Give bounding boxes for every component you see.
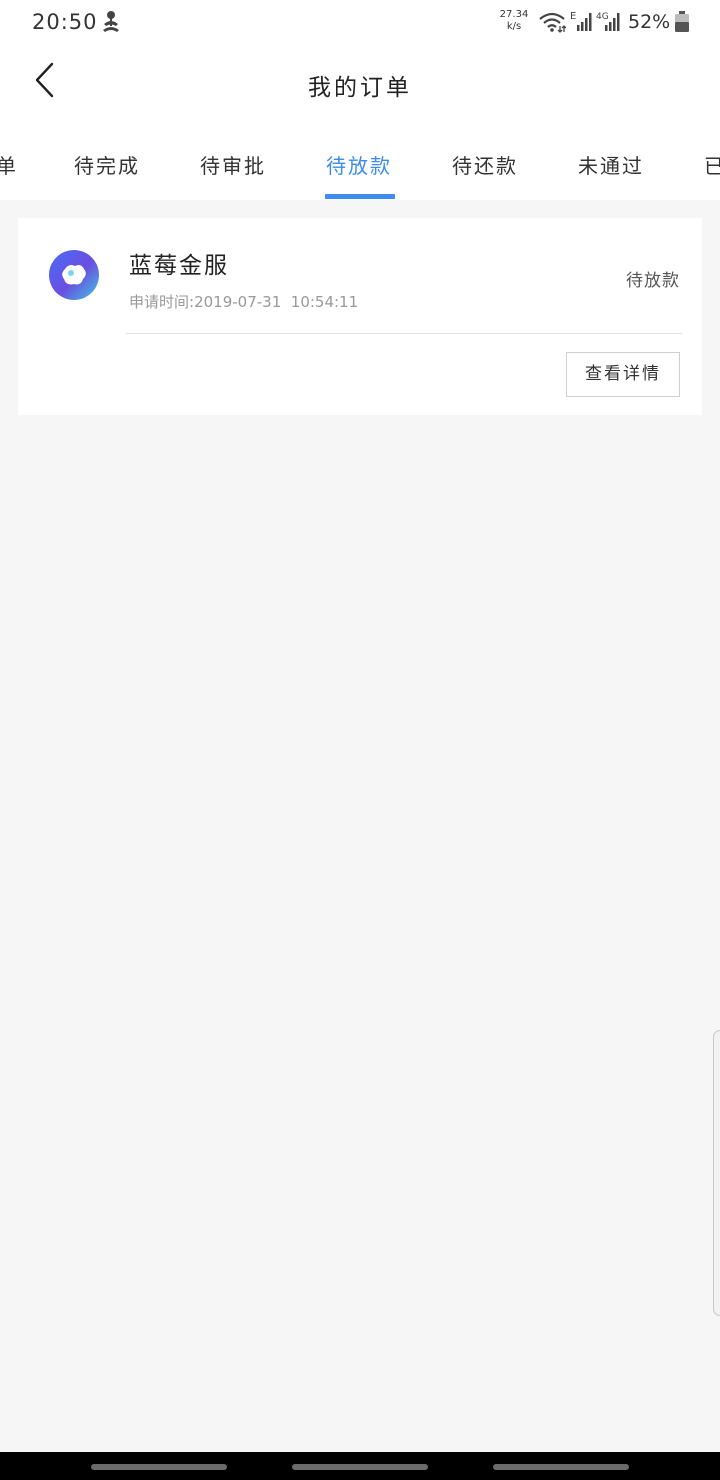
status-time: 20:50 xyxy=(32,10,98,34)
nav-back-pill[interactable] xyxy=(493,1464,629,1470)
network-speed: 27.34 k/s xyxy=(496,9,532,33)
order-status: 待放款 xyxy=(626,271,680,291)
active-tab-indicator xyxy=(325,194,395,199)
tab-pending-approval[interactable]: 待审批 xyxy=(200,150,266,179)
network-speed-unit: k/s xyxy=(506,21,522,32)
signal-e-icon: E xyxy=(570,10,594,32)
navigation-bar xyxy=(0,1452,720,1480)
merchant-name: 蓝莓金服 xyxy=(129,253,229,279)
battery-icon xyxy=(674,11,690,33)
tab-not-approved[interactable]: 未通过 xyxy=(578,150,644,179)
nav-home-pill[interactable] xyxy=(292,1464,428,1470)
apply-time-value: 2019-07-31 10:54:11 xyxy=(194,293,359,311)
view-details-button[interactable]: 查看详情 xyxy=(566,352,680,397)
tab-completed[interactable]: 已 xyxy=(704,150,720,179)
wifi-icon xyxy=(538,11,567,33)
nav-recents-pill[interactable] xyxy=(91,1464,227,1470)
svg-text:4G: 4G xyxy=(596,12,609,22)
app-notification-icon xyxy=(100,10,122,34)
battery-percent: 52% xyxy=(628,11,671,33)
order-card[interactable]: 蓝莓金服 待放款 申请时间:2019-07-31 10:54:11 查看详情 xyxy=(18,218,702,415)
order-tabs: 单 待完成 待审批 待放款 待还款 未通过 已 xyxy=(0,120,720,200)
svg-text:E: E xyxy=(570,11,576,22)
tab-pending-disbursement[interactable]: 待放款 xyxy=(326,150,392,179)
status-bar: 20:50 27.34 k/s E 4G 52% xyxy=(0,0,720,48)
tab-pending-repayment[interactable]: 待还款 xyxy=(452,150,518,179)
apply-time-label: 申请时间: xyxy=(129,293,195,311)
page-title: 我的订单 xyxy=(308,75,412,101)
edge-panel-handle[interactable] xyxy=(713,1030,720,1316)
network-speed-value: 27.34 xyxy=(499,9,529,20)
signal-4g-icon: 4G xyxy=(596,10,622,32)
merchant-logo-icon xyxy=(48,249,100,301)
tab-all-orders[interactable]: 单 xyxy=(0,150,18,179)
tab-pending-completion[interactable]: 待完成 xyxy=(74,150,140,179)
apply-time: 申请时间:2019-07-31 10:54:11 xyxy=(129,291,358,312)
card-divider xyxy=(126,333,682,334)
header: 我的订单 xyxy=(0,48,720,120)
